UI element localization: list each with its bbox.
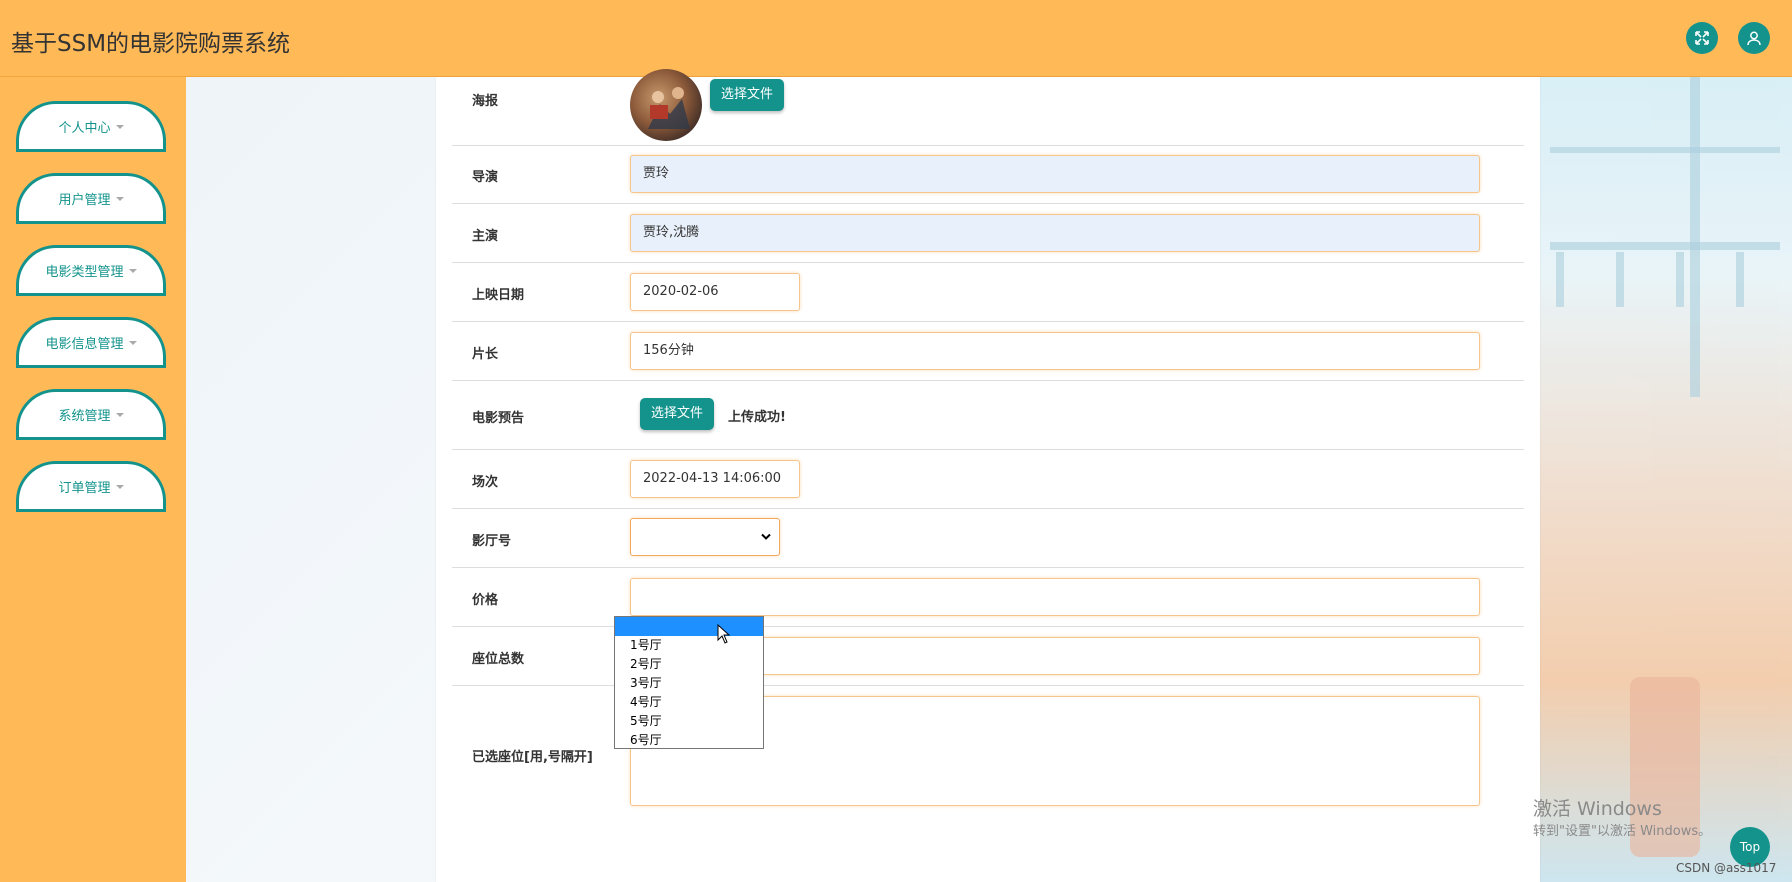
user-icon[interactable] <box>1738 22 1770 54</box>
hall-option-1[interactable]: 1号厅 <box>615 636 763 655</box>
hall-option-2[interactable]: 2号厅 <box>615 655 763 674</box>
chevron-down-icon <box>128 268 137 273</box>
movie-edit-form: 海报 选择文件 导演 贾玲 主演 贾玲,沈腾 上映日期 2020-02-06 片… <box>436 69 1540 882</box>
price-input[interactable] <box>630 578 1480 616</box>
top-header: 基于SSM的电影院购票系统 <box>0 0 1792 77</box>
chevron-down-icon <box>115 412 124 417</box>
upload-status-text: 上传成功! <box>728 410 786 425</box>
csdn-credit: CSDN @ass1017 <box>1676 861 1777 875</box>
hall-label: 影厅号 <box>472 534 512 549</box>
showtime-label: 场次 <box>472 475 499 490</box>
windows-activation-watermark: 激活 Windows <box>1533 798 1662 820</box>
sidebar-item-label: 订单管理 <box>58 481 111 496</box>
trailer-choose-file-button[interactable]: 选择文件 <box>640 398 715 430</box>
hall-option-3[interactable]: 3号厅 <box>615 674 763 693</box>
hall-option-4[interactable]: 4号厅 <box>615 693 763 712</box>
form-row-actors: 主演 贾玲,沈腾 <box>452 204 1524 263</box>
sidebar-item-label: 系统管理 <box>58 409 111 424</box>
sidebar-item-user-management[interactable]: 用户管理 <box>16 173 166 224</box>
mouse-cursor-icon <box>717 624 731 644</box>
release-date-input[interactable]: 2020-02-06 <box>630 273 800 311</box>
actors-label: 主演 <box>472 229 499 244</box>
hall-option-6[interactable]: 6号厅 <box>615 731 763 750</box>
seats-total-label: 座位总数 <box>472 652 525 667</box>
sidebar-item-label: 个人中心 <box>58 121 111 136</box>
showtime-input[interactable]: 2022-04-13 14:06:00 <box>630 460 800 498</box>
release-date-label: 上映日期 <box>472 288 525 303</box>
poster-label: 海报 <box>472 94 499 109</box>
form-row-price: 价格 <box>452 568 1524 627</box>
sidebar-item-system-management[interactable]: 系统管理 <box>16 389 166 440</box>
sidebar-item-label: 电影类型管理 <box>45 265 124 280</box>
director-label: 导演 <box>472 170 499 185</box>
hall-select[interactable] <box>630 518 780 556</box>
poster-image <box>630 69 702 141</box>
sidebar-item-label: 用户管理 <box>58 193 111 208</box>
chevron-down-icon <box>128 340 137 345</box>
director-input[interactable]: 贾玲 <box>630 155 1480 193</box>
app-title: 基于SSM的电影院购票系统 <box>11 31 291 57</box>
form-row-showtime: 场次 2022-04-13 14:06:00 <box>452 450 1524 509</box>
chevron-down-icon <box>761 533 771 540</box>
form-row-selected-seats: 已选座位[用,号隔开] <box>452 686 1524 882</box>
form-row-release-date: 上映日期 2020-02-06 <box>452 263 1524 322</box>
form-row-trailer: 电影预告 选择文件 上传成功! <box>452 381 1524 450</box>
actors-input[interactable]: 贾玲,沈腾 <box>630 214 1480 252</box>
form-row-director: 导演 贾玲 <box>452 145 1524 204</box>
form-row-hall: 影厅号 <box>452 509 1524 568</box>
form-row-duration: 片长 156分钟 <box>452 322 1524 381</box>
sidebar: 个人中心 用户管理 电影类型管理 电影信息管理 系统管理 订单管理 <box>0 77 186 882</box>
hall-option-empty[interactable] <box>615 617 763 636</box>
trailer-label: 电影预告 <box>472 411 525 426</box>
chevron-down-icon <box>115 196 124 201</box>
sidebar-item-order-management[interactable]: 订单管理 <box>16 461 166 512</box>
duration-input[interactable]: 156分钟 <box>630 332 1480 370</box>
selected-seats-label: 已选座位[用,号隔开] <box>472 750 593 765</box>
price-label: 价格 <box>472 593 499 608</box>
sidebar-item-movie-info-management[interactable]: 电影信息管理 <box>16 317 166 368</box>
hall-dropdown-list[interactable]: 1号厅 2号厅 3号厅 4号厅 5号厅 6号厅 <box>614 616 764 749</box>
chevron-down-icon <box>115 484 124 489</box>
sidebar-item-label: 电影信息管理 <box>45 337 124 352</box>
sidebar-item-movie-type-management[interactable]: 电影类型管理 <box>16 245 166 296</box>
background-illustration <box>1540 77 1792 882</box>
hall-option-5[interactable]: 5号厅 <box>615 712 763 731</box>
form-row-poster: 海报 选择文件 <box>452 69 1524 146</box>
duration-label: 片长 <box>472 347 499 362</box>
fullscreen-icon[interactable] <box>1686 22 1718 54</box>
chevron-down-icon <box>115 124 124 129</box>
poster-choose-file-button[interactable]: 选择文件 <box>710 79 785 111</box>
form-row-seats-total: 座位总数 <box>452 627 1524 686</box>
sidebar-item-personal-center[interactable]: 个人中心 <box>16 101 166 152</box>
windows-activation-subtext: 转到"设置"以激活 Windows。 <box>1533 824 1712 839</box>
